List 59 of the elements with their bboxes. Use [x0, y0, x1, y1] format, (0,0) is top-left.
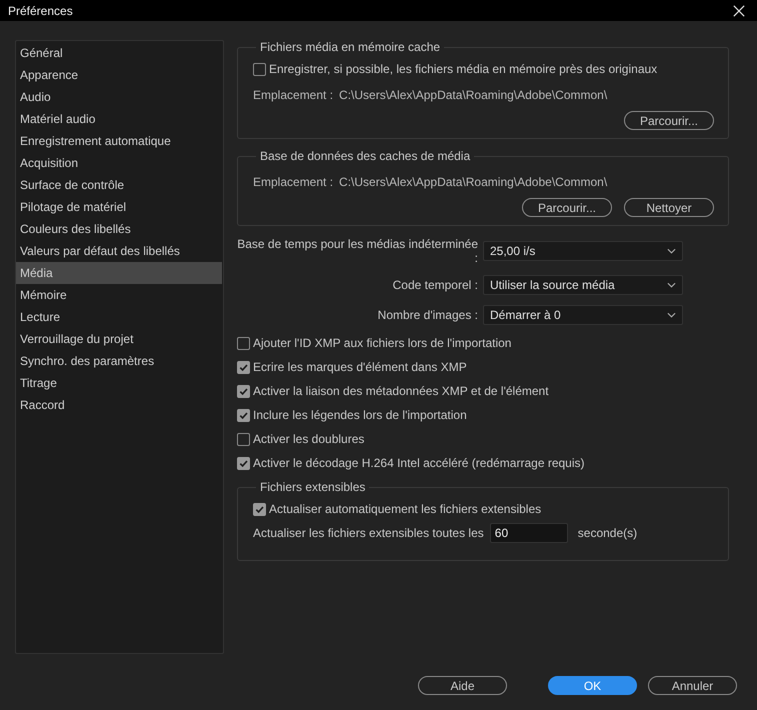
chevron-icon — [667, 248, 676, 254]
location-path: C:\Users\Alex\AppData\Roaming\Adobe\Common\ — [339, 88, 608, 102]
sidebar-item[interactable]: Surface de contrôle — [16, 174, 222, 196]
checkbox[interactable] — [237, 408, 250, 422]
sidebar-item[interactable]: Apparence — [16, 64, 222, 86]
sidebar-item[interactable]: Matériel audio — [16, 108, 222, 130]
button[interactable]: Annuler — [648, 676, 737, 695]
checkbox[interactable] — [237, 336, 250, 350]
sidebar-item[interactable]: Couleurs des libellés — [16, 218, 222, 240]
dropdown[interactable]: Utiliser la source média — [483, 275, 683, 295]
sidebar-item[interactable]: Acquisition — [16, 152, 222, 174]
sidebar-item[interactable]: Audio — [16, 86, 222, 108]
checkbox[interactable] — [253, 502, 266, 516]
group-title: Base de données des caches de média — [259, 149, 472, 163]
sidebar-item[interactable]: Titrage — [16, 372, 222, 394]
checkbox-label: Activer les doublures — [253, 432, 364, 446]
checkbox[interactable] — [237, 456, 250, 470]
sidebar-item[interactable]: Valeurs par défaut des libellés — [16, 240, 222, 262]
checkbox[interactable] — [237, 432, 250, 446]
dropdown[interactable]: Démarrer à 0 — [483, 305, 683, 325]
checkbox-label: Inclure les légendes lors de l'importation — [253, 408, 467, 422]
checkbox[interactable] — [253, 62, 266, 76]
interval-label: Actualiser les fichiers extensibles toutes les — [253, 526, 484, 540]
button[interactable]: Parcourir... — [624, 111, 714, 130]
sidebar-item[interactable]: Verrouillage du projet — [16, 328, 222, 350]
sidebar-item[interactable]: Pilotage de matériel — [16, 196, 222, 218]
dropdown-label: Nombre d'images : — [376, 308, 478, 322]
checkbox-label: Actualiser automatiquement les fichiers extensibles — [269, 502, 542, 516]
button[interactable]: Nettoyer — [624, 198, 714, 217]
sidebar-item[interactable]: Média — [16, 262, 222, 284]
location-label: Emplacement : — [253, 175, 334, 189]
chevron-icon — [667, 312, 676, 318]
sidebar-item[interactable]: Général — [16, 42, 222, 64]
button[interactable]: Parcourir... — [522, 198, 612, 217]
checkbox[interactable] — [237, 384, 250, 398]
group-title: Fichiers extensibles — [259, 480, 366, 494]
close-icon[interactable] — [733, 4, 745, 16]
checkbox-label: Activer la liaison des métadonnées XMP et de l'élément — [253, 384, 549, 398]
window-title: Préférences — [8, 4, 73, 18]
button[interactable]: Aide — [418, 676, 507, 695]
checkbox-label: Ajouter l'ID XMP aux fichiers lors de l'importation — [253, 336, 512, 350]
checkbox-label: Enregistrer, si possible, les fichiers média en mémoire près des originaux — [269, 62, 658, 76]
interval-field[interactable]: 60 — [490, 523, 568, 543]
location-label: Emplacement : — [253, 88, 334, 102]
sidebar-item[interactable]: Mémoire — [16, 284, 222, 306]
location-path: C:\Users\Alex\AppData\Roaming\Adobe\Common\ — [339, 175, 608, 189]
dropdown-label: Base de temps pour les médias indéterminée : — [237, 237, 478, 265]
group-title: Fichiers média en mémoire cache — [259, 40, 442, 54]
dropdown[interactable]: 25,00 i/s — [483, 241, 683, 261]
sidebar-item[interactable]: Enregistrement automatique — [16, 130, 222, 152]
unit-label: seconde(s) — [578, 526, 638, 540]
sidebar-item[interactable]: Raccord — [16, 394, 222, 416]
checkbox[interactable] — [237, 360, 250, 374]
chevron-icon — [667, 282, 676, 288]
checkbox-label: Activer le décodage H.264 Intel accéléré (redémarrage requis) — [253, 456, 585, 470]
checkbox-label: Ecrire les marques d'élément dans XMP — [253, 360, 467, 374]
dropdown-label: Code temporel : — [392, 278, 478, 292]
sidebar-item[interactable]: Synchro. des paramètres — [16, 350, 222, 372]
sidebar-item[interactable]: Lecture — [16, 306, 222, 328]
